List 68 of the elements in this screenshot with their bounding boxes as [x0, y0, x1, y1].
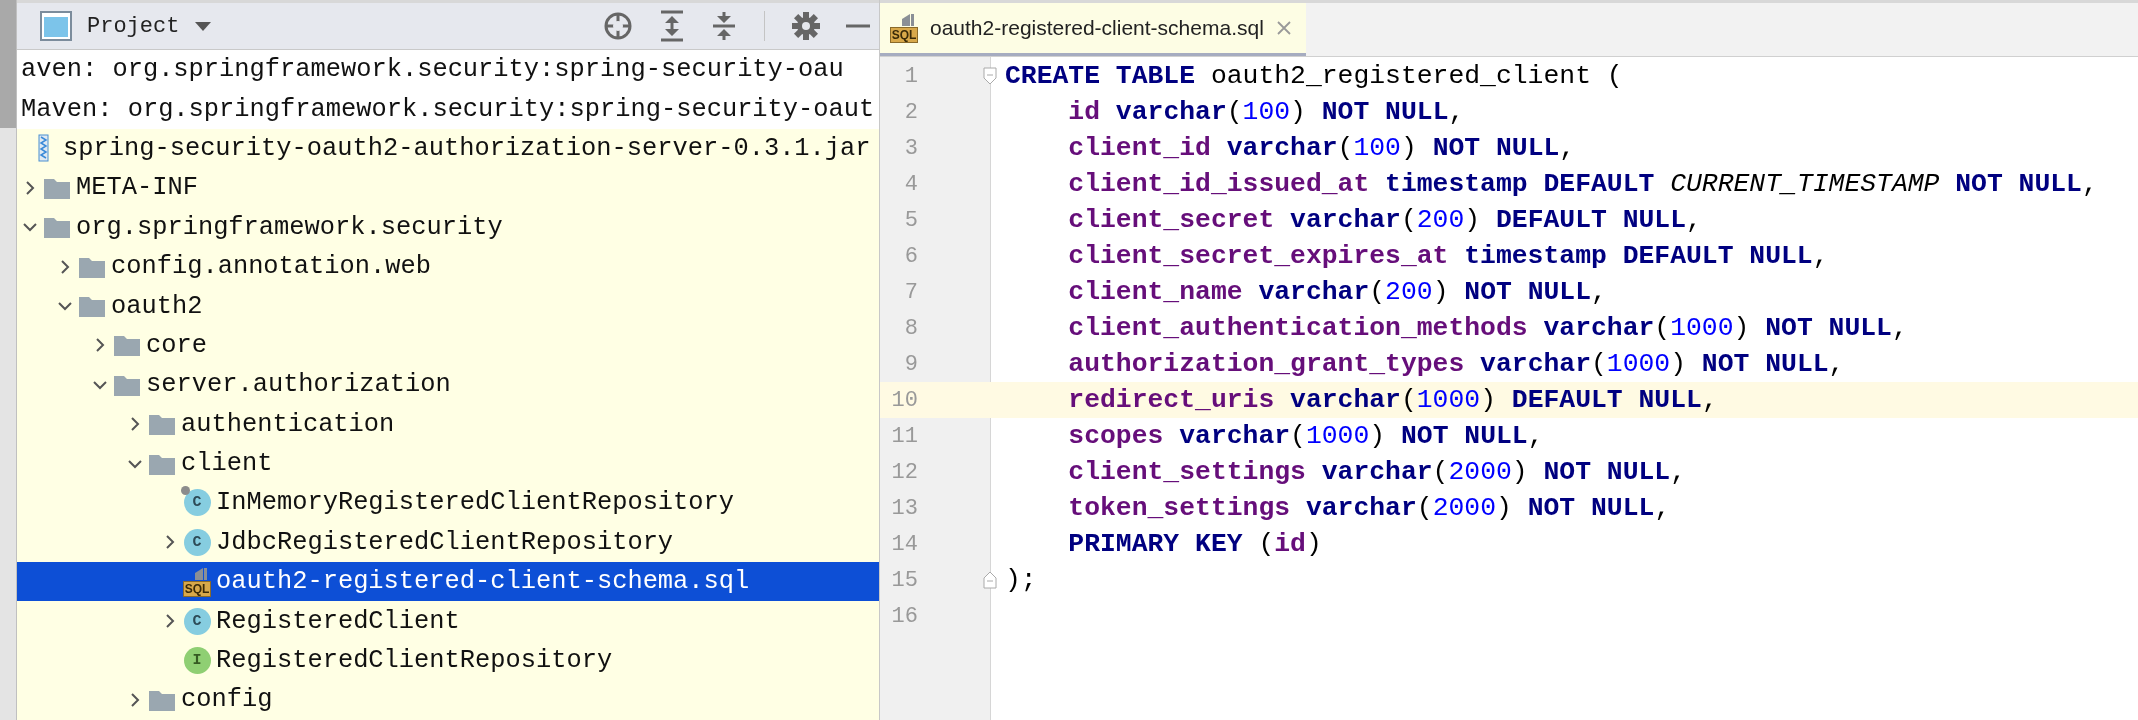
tree-item[interactable]: client	[17, 443, 879, 484]
code-line: PRIMARY KEY (id)	[1067, 529, 1322, 559]
settings-icon[interactable]	[791, 11, 821, 41]
tree-item[interactable]: META-INF	[17, 168, 879, 208]
tree-item[interactable]: server.authorization	[17, 365, 879, 405]
code-line: client_id varchar(100) NOT NULL,	[1067, 133, 1576, 163]
code-line: client_secret varchar(200) DEFAULT NULL,	[1067, 205, 1702, 235]
folder-icon	[43, 215, 71, 240]
tree-item[interactable]: org.springframework.security	[17, 207, 879, 247]
line-number: 13	[890, 495, 918, 521]
code-line: CREATE TABLE oauth2_registered_client (	[1005, 61, 1623, 91]
line-number: 14	[890, 531, 918, 557]
fold-marker-icon[interactable]	[983, 67, 997, 85]
folder-icon	[78, 294, 106, 319]
project-view-dropdown[interactable]: Project	[35, 5, 218, 47]
line-number: 3	[903, 135, 918, 161]
class-icon: C	[183, 489, 211, 517]
tree-item[interactable]: aven: org.springframework.security:spring-security-oau	[17, 50, 879, 90]
code-line: redirect_uris varchar(1000) DEFAULT NULL,	[1067, 385, 1718, 415]
tree-item[interactable]: authentication	[17, 404, 879, 444]
code-line: id varchar(100) NOT NULL,	[1067, 97, 1465, 127]
tree-item[interactable]: SQL oauth2-registered-client-schema.sql	[17, 562, 879, 602]
tree-item[interactable]: Maven: org.springframework.security:spring-security-oaut	[17, 89, 879, 129]
class-icon: C	[183, 607, 211, 635]
tree-item[interactable]: C RegisteredClient	[17, 601, 879, 641]
tree-item[interactable]: core	[17, 325, 879, 366]
line-number: 11	[890, 423, 918, 449]
window-icon	[39, 9, 73, 43]
line-number: 1	[903, 63, 918, 89]
line-number: 12	[890, 459, 918, 485]
line-number: 4	[903, 171, 918, 197]
tree-item[interactable]: oauth2	[17, 286, 879, 326]
code-line: client_settings varchar(2000) NOT NULL,	[1067, 457, 1687, 487]
caret-icon	[193, 20, 214, 32]
class-icon: C	[183, 528, 211, 556]
code-line: client_id_issued_at timestamp DEFAULT CURRENT_TIMESTAMP NOT NULL,	[1067, 169, 2098, 199]
tree-item[interactable]: config	[17, 680, 879, 720]
line-number: 10	[890, 387, 918, 413]
code-line: scopes varchar(1000) NOT NULL,	[1067, 421, 1544, 451]
interface-icon: I	[183, 647, 211, 675]
crosshair-icon[interactable]	[602, 10, 634, 42]
code-line: client_authentication_methods varchar(1000) NOT NULL,	[1067, 313, 1908, 343]
tree-item[interactable]: spring-security-oauth2-authorization-server-0.3.1.jar	[17, 128, 879, 169]
line-number: 8	[903, 315, 918, 341]
line-number: 7	[903, 279, 918, 305]
tree-item[interactable]: C InMemoryRegisteredClientRepository	[17, 483, 879, 523]
editor-tab[interactable]: SQL oauth2-registered-client-schema.sql	[880, 3, 1306, 56]
line-number: 2	[903, 99, 918, 125]
archive-icon	[38, 134, 50, 163]
tree-item[interactable]: I RegisteredClientRepository	[17, 640, 879, 681]
line-number: 15	[890, 567, 918, 593]
folder-icon	[148, 412, 176, 437]
tree-item[interactable]: config.annotation.web	[17, 246, 879, 287]
code-line: client_name varchar(200) NOT NULL,	[1067, 277, 1607, 307]
code-line: client_secret_expires_at timestamp DEFAULT NULL,	[1067, 241, 1829, 271]
line-number: 16	[890, 603, 918, 629]
collapse-all-icon[interactable]	[710, 10, 738, 42]
code-line: token_settings varchar(2000) NOT NULL,	[1067, 493, 1671, 523]
line-number: 5	[903, 207, 918, 233]
fold-marker-icon[interactable]	[983, 571, 997, 589]
folder-icon	[113, 333, 141, 358]
code-line: authorization_grant_types varchar(1000) NOT NULL,	[1067, 349, 1845, 379]
tree-item[interactable]: C JdbcRegisteredClientRepository	[17, 522, 879, 563]
line-number: 6	[903, 243, 918, 269]
line-number: 9	[903, 351, 918, 377]
expand-all-icon[interactable]	[658, 10, 686, 42]
close-icon[interactable]	[1275, 20, 1292, 36]
code-line: );	[1005, 565, 1037, 595]
